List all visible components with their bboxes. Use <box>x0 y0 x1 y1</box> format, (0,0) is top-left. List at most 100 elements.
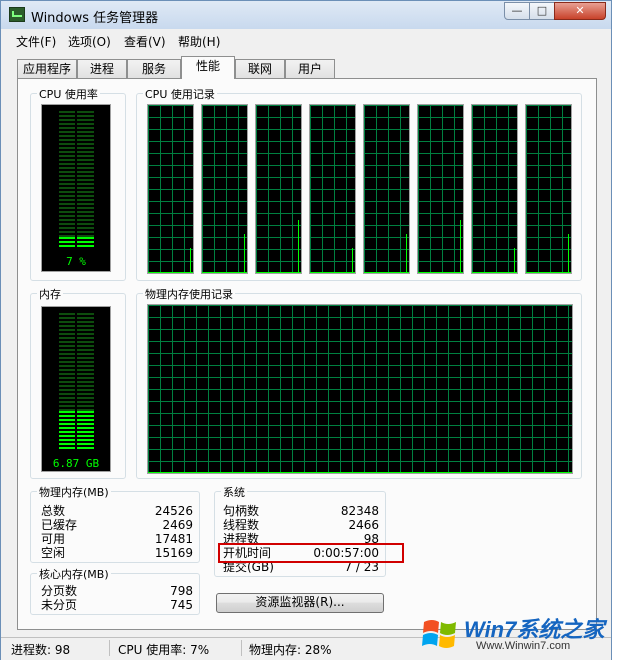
tab-applications[interactable]: 应用程序 <box>17 59 77 78</box>
stat-row-free: 空闲 15169 <box>41 546 193 560</box>
status-processes: 进程数: 98 <box>11 643 71 657</box>
cpu-core-graph <box>525 104 572 274</box>
cpu-core-graph <box>363 104 410 274</box>
physical-memory-header: 物理内存(MB) <box>37 484 111 500</box>
cpu-core-trace <box>472 272 517 273</box>
tab-performance[interactable]: 性能 <box>181 56 235 79</box>
stat-row-cached: 已缓存 2469 <box>41 518 193 532</box>
status-memory: 物理内存: 28% <box>249 643 332 657</box>
memory-value: 6.87 GB <box>52 457 100 470</box>
cpu-usage-label: CPU 使用率 <box>37 86 100 102</box>
memory-history-graph <box>147 304 573 474</box>
menu-options[interactable]: 选项(O) <box>68 33 111 50</box>
windows-logo-icon <box>422 620 456 648</box>
stat-key: 空闲 <box>41 546 66 560</box>
cpu-core-graph <box>309 104 356 274</box>
memory-meter-fill <box>59 411 94 449</box>
cpu-core-spike <box>190 247 191 273</box>
cpu-core-spike <box>406 233 407 273</box>
stat-key: 线程数 <box>223 518 260 532</box>
performance-panel: CPU 使用率 7 % CPU 使用记录 内存 6.87 GB 物理内存使用记录 <box>17 78 597 630</box>
uptime-highlight-box <box>218 543 404 563</box>
cpu-history-label: CPU 使用记录 <box>143 86 217 102</box>
stat-row-paged: 分页数 798 <box>41 584 193 598</box>
menu-file[interactable]: 文件(F) <box>16 33 56 50</box>
cpu-core-trace <box>418 272 463 273</box>
cpu-core-spike <box>352 247 353 273</box>
stat-key: 总数 <box>41 504 66 518</box>
stat-row-total: 总数 24526 <box>41 504 193 518</box>
close-button[interactable]: ✕ <box>554 2 606 20</box>
stat-key: 未分页 <box>41 598 78 612</box>
cpu-meter-fill <box>59 237 94 247</box>
cpu-core-graph <box>147 104 194 274</box>
stat-value: 82348 <box>340 504 379 518</box>
memory-label: 内存 <box>37 286 63 302</box>
system-group: 系统 句柄数 82348 线程数 2466 进程数 98 开机时间 0:00:5… <box>214 484 386 577</box>
cpu-core-spike <box>568 233 569 273</box>
cpu-core-trace <box>364 272 409 273</box>
cpu-core-graph <box>255 104 302 274</box>
cpu-core-trace <box>310 272 355 273</box>
memory-history-label: 物理内存使用记录 <box>143 286 235 302</box>
cpu-core-trace <box>256 272 301 273</box>
stat-value: 2466 <box>348 518 379 532</box>
stat-value: 15169 <box>154 546 193 560</box>
cpu-core-spike <box>298 220 299 273</box>
title-bar: Windows 任务管理器 — □ ✕ <box>1 1 611 29</box>
cpu-core-trace <box>526 272 571 273</box>
cpu-core-spike <box>244 233 245 273</box>
system-header: 系统 <box>221 484 247 500</box>
site-watermark: Win7系统之家 Www.Winwin7.com <box>418 610 610 658</box>
status-cpu: CPU 使用率: 7% <box>118 643 210 657</box>
stat-key: 可用 <box>41 532 66 546</box>
cpu-meter-grid <box>59 111 94 247</box>
memory-group: 内存 6.87 GB <box>30 286 126 479</box>
stat-key: 已缓存 <box>41 518 78 532</box>
tab-services[interactable]: 服务 <box>127 59 181 78</box>
cpu-core-graph <box>201 104 248 274</box>
stat-value: 17481 <box>154 532 193 546</box>
window-title: Windows 任务管理器 <box>31 11 159 26</box>
stat-row-threads: 线程数 2466 <box>223 518 379 532</box>
physical-memory-group: 物理内存(MB) 总数 24526 已缓存 2469 可用 17481 空闲 1… <box>30 484 200 563</box>
cpu-core-graph <box>417 104 464 274</box>
tab-networking[interactable]: 联网 <box>235 59 285 78</box>
menu-bar: 文件(F) 选项(O) 查看(V) 帮助(H) <box>1 31 611 51</box>
cpu-core-trace <box>148 272 193 273</box>
stat-key: 分页数 <box>41 584 78 598</box>
stat-value: 798 <box>170 584 193 598</box>
watermark-url: Www.Winwin7.com <box>476 640 571 652</box>
cpu-core-graph <box>471 104 518 274</box>
menu-help[interactable]: 帮助(H) <box>178 33 220 50</box>
stat-row-handles: 句柄数 82348 <box>223 504 379 518</box>
status-separator <box>241 640 242 656</box>
cpu-core-trace <box>202 272 247 273</box>
cpu-core-spike <box>460 220 461 273</box>
stat-value: 24526 <box>154 504 193 518</box>
cpu-usage-value: 7 % <box>66 255 86 268</box>
maximize-button[interactable]: □ <box>529 2 555 20</box>
memory-history-group: 物理内存使用记录 <box>136 286 582 479</box>
stat-row-available: 可用 17481 <box>41 532 193 546</box>
menu-view[interactable]: 查看(V) <box>124 33 166 50</box>
cpu-usage-meter: 7 % <box>41 104 111 272</box>
task-manager-icon <box>9 7 25 22</box>
stat-value: 745 <box>170 598 193 612</box>
minimize-button[interactable]: — <box>504 2 530 20</box>
cpu-usage-group: CPU 使用率 7 % <box>30 86 126 281</box>
cpu-history-group: CPU 使用记录 <box>136 86 582 281</box>
cpu-core-spike <box>514 247 515 273</box>
status-separator <box>109 640 110 656</box>
kernel-memory-header: 核心内存(MB) <box>37 566 111 582</box>
stat-row-nonpaged: 未分页 745 <box>41 598 193 612</box>
stat-key: 句柄数 <box>223 504 260 518</box>
memory-meter: 6.87 GB <box>41 306 111 472</box>
memory-trace <box>148 472 572 473</box>
resource-monitor-button[interactable]: 资源监视器(R)... <box>216 593 384 613</box>
kernel-memory-group: 核心内存(MB) 分页数 798 未分页 745 <box>30 566 200 615</box>
tab-users[interactable]: 用户 <box>285 59 335 78</box>
tab-processes[interactable]: 进程 <box>77 59 127 78</box>
task-manager-window: Windows 任务管理器 — □ ✕ 文件(F) 选项(O) 查看(V) 帮助… <box>0 0 612 660</box>
stat-value: 2469 <box>162 518 193 532</box>
